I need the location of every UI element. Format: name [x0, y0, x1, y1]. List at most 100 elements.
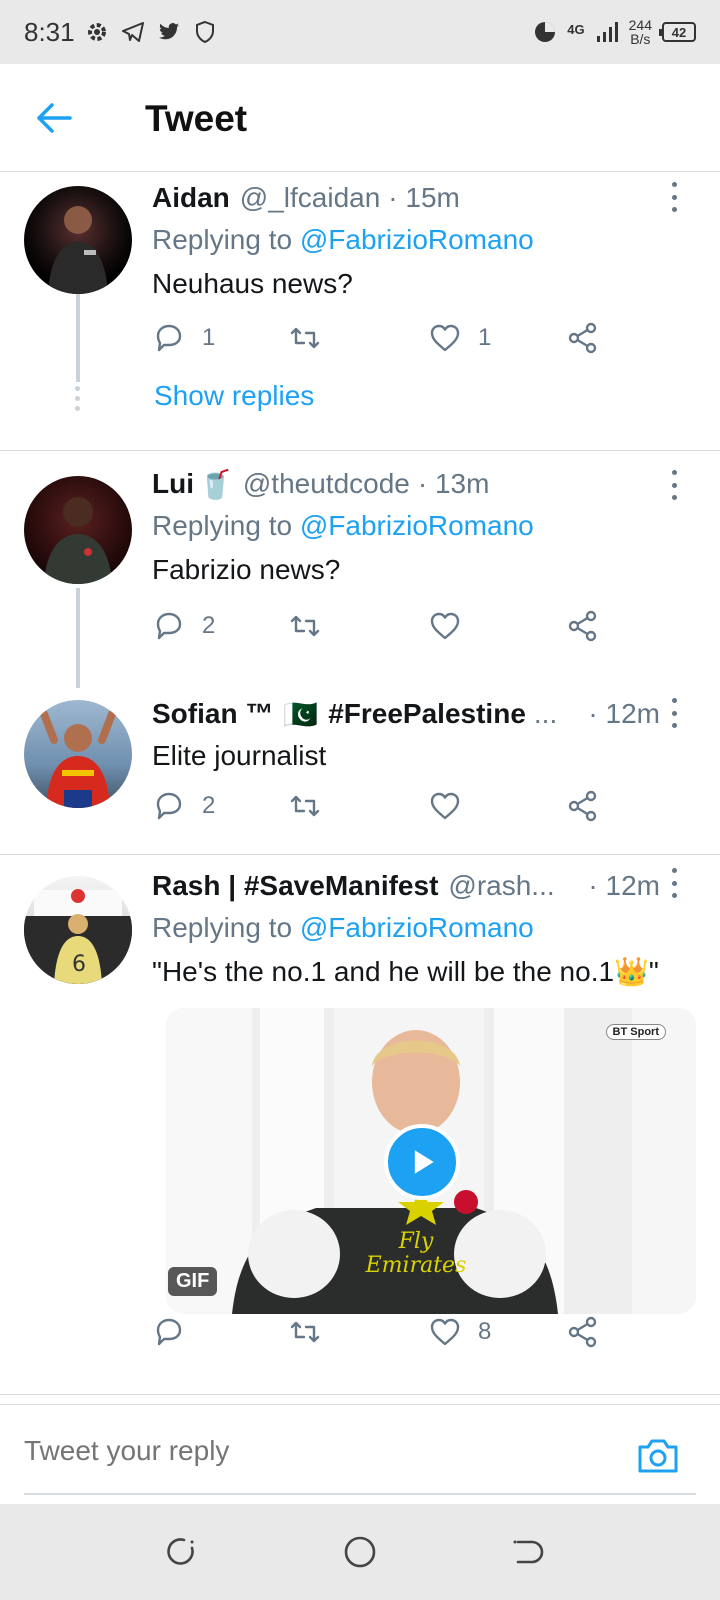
svg-text:6: 6 [72, 952, 86, 977]
thread-dots [75, 386, 80, 411]
divider [0, 450, 720, 451]
signal-icon [596, 22, 618, 42]
retweet-button[interactable] [288, 1310, 338, 1354]
avatar[interactable] [24, 186, 132, 294]
replying-to: Replying to @FabrizioRomano [152, 912, 534, 943]
share-icon [568, 1316, 597, 1348]
avatar[interactable]: 6 [24, 876, 132, 984]
share-icon [568, 790, 597, 822]
network-type: 4G [567, 22, 585, 37]
hashtag[interactable]: #FreePalestine [328, 698, 526, 730]
heart-icon [430, 792, 460, 820]
reply-button[interactable]: 2 [152, 784, 215, 828]
app-header: Tweet [0, 64, 720, 172]
recent-apps-icon[interactable] [164, 1534, 200, 1570]
more-options-icon[interactable] [668, 868, 680, 898]
reply-icon [156, 792, 182, 820]
divider [0, 1394, 720, 1395]
status-bar: 8:31 4G 244 B/s 42 [0, 0, 720, 64]
tweet-text: Fabrizio news? [152, 554, 341, 585]
like-button[interactable]: 8 [428, 1310, 491, 1354]
tweet-time: · 13m [417, 468, 490, 499]
tweet-text: Neuhaus news? [152, 268, 353, 299]
display-name[interactable]: Sofian ™ [152, 698, 273, 730]
share-button[interactable] [566, 784, 600, 828]
tweet-aidan[interactable]: Aidan @_lfcaidan · 15m Replying to @Fabr… [0, 172, 720, 452]
network-speed: 244 B/s [628, 17, 652, 47]
gif-media[interactable]: Fly Emirates BT Sport GIF [166, 1008, 696, 1314]
reply-composer [0, 1404, 720, 1504]
twitter-icon [158, 23, 179, 40]
mention-link[interactable]: @FabrizioRomano [300, 912, 534, 943]
home-icon[interactable] [342, 1534, 378, 1570]
like-button[interactable] [428, 604, 478, 648]
retweet-button[interactable] [288, 784, 338, 828]
display-name[interactable]: Aidan [152, 182, 230, 214]
back-arrow-icon[interactable] [34, 98, 74, 138]
flag-emoji: 🇵🇰 [283, 698, 319, 730]
tweet-time: · 12m [588, 870, 660, 901]
name-ellipsis: ... [533, 698, 558, 729]
tweet-time: · 12m [588, 698, 660, 729]
bt-sport-watermark: BT Sport [605, 1024, 666, 1040]
share-button[interactable] [566, 1310, 600, 1354]
shield-icon [195, 20, 214, 44]
more-options-icon[interactable] [668, 470, 680, 500]
reply-count: 2 [202, 612, 216, 639]
heart-icon [430, 1318, 460, 1346]
like-button[interactable] [428, 784, 478, 828]
data-saver-icon [535, 22, 556, 42]
thread-line [76, 588, 80, 688]
reply-count: 2 [202, 792, 216, 819]
share-button[interactable] [566, 604, 600, 648]
share-button[interactable] [566, 316, 600, 360]
play-button[interactable] [384, 1124, 460, 1200]
reply-button[interactable]: 2 [152, 604, 215, 648]
retweet-button[interactable] [288, 316, 338, 360]
heart-icon [430, 324, 460, 352]
tweet-text: Elite journalist [152, 740, 327, 771]
camera-icon[interactable] [636, 1435, 680, 1475]
like-count: 1 [478, 324, 492, 351]
system-nav-bar [0, 1504, 720, 1600]
tweet-time: · 15m [388, 182, 460, 213]
reply-button[interactable]: 1 [152, 316, 215, 360]
reply-icon [156, 612, 182, 640]
user-handle[interactable]: @theutdcode [243, 468, 410, 500]
reply-button[interactable] [152, 1310, 202, 1354]
reply-count: 1 [202, 324, 216, 351]
more-options-icon[interactable] [668, 698, 680, 728]
user-handle[interactable]: @rash... [448, 870, 554, 902]
shirt-sponsor-text: Fly Emirates [365, 1229, 467, 1278]
reply-input[interactable] [24, 1435, 584, 1467]
share-icon [568, 322, 597, 354]
divider [0, 854, 720, 855]
user-handle[interactable]: @_lfcaidan [240, 182, 381, 214]
page-title: Tweet [145, 98, 248, 139]
name-emoji: 🥤 [198, 468, 233, 500]
avatar[interactable] [24, 700, 132, 808]
avatar[interactable] [24, 476, 132, 584]
mention-link[interactable]: @FabrizioRomano [300, 224, 534, 255]
tweet-sofian[interactable]: Sofian ™ 🇵🇰 #FreePalestine ... · 12m Eli… [0, 694, 720, 844]
status-time: 8:31 [24, 16, 75, 47]
replying-to: Replying to @FabrizioRomano [152, 510, 534, 541]
display-name[interactable]: Lui [152, 468, 194, 500]
back-icon[interactable] [510, 1534, 546, 1570]
like-count: 8 [478, 1318, 492, 1345]
share-icon [568, 610, 597, 642]
telegram-icon [121, 22, 144, 42]
tweet-lui[interactable]: Lui 🥤 @theutdcode · 13m Replying to @Fab… [0, 460, 720, 688]
play-icon [414, 1150, 434, 1174]
reply-icon [156, 1318, 182, 1346]
more-options-icon[interactable] [668, 182, 680, 212]
mention-link[interactable]: @FabrizioRomano [300, 510, 534, 541]
retweet-button[interactable] [288, 604, 338, 648]
retweet-icon [290, 795, 320, 817]
display-name[interactable]: Rash | #SaveManifest [152, 870, 438, 902]
show-replies-link[interactable]: Show replies [154, 380, 314, 412]
like-button[interactable]: 1 [428, 316, 491, 360]
retweet-icon [290, 1321, 320, 1343]
battery-indicator: 42 [659, 22, 696, 42]
gear-icon [87, 23, 106, 41]
